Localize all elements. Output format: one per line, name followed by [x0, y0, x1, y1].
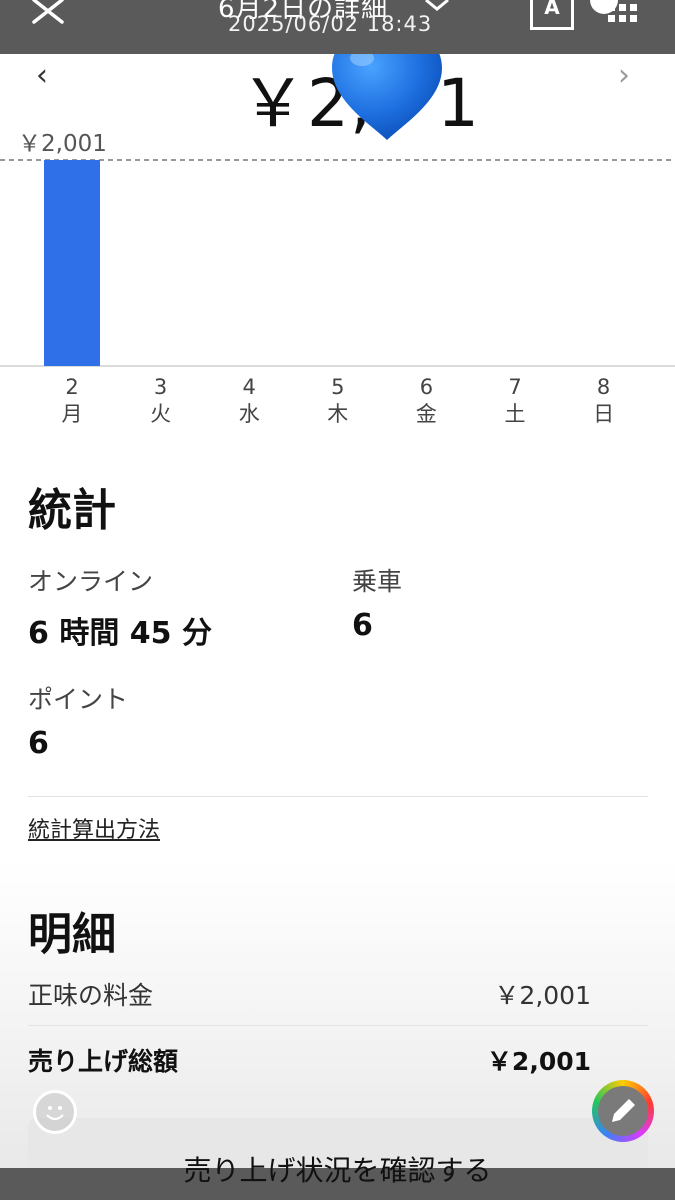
stats-method-link[interactable]: 統計算出方法 [28, 812, 160, 844]
smiley-icon [46, 1106, 64, 1121]
day-number: 6 [419, 375, 434, 399]
divider [28, 1025, 648, 1026]
chevron-down-icon[interactable] [424, 0, 450, 12]
day-of-week: 月 [61, 402, 83, 426]
details-title: 明細 [28, 909, 116, 960]
day-of-week: 火 [150, 402, 172, 426]
day-label-6[interactable]: 6金 [406, 374, 446, 428]
day-of-week: 土 [504, 402, 526, 426]
day-label-2[interactable]: 2月 [52, 374, 92, 428]
gross-sales-value: ￥2,001 [486, 1047, 591, 1076]
pencil-icon [612, 1099, 635, 1122]
stats-title: 統計 [28, 485, 116, 536]
day-label-5[interactable]: 5木 [318, 374, 358, 428]
online-label: オンライン [28, 567, 154, 596]
day-number: 4 [242, 375, 256, 399]
next-day-button[interactable]: › [618, 58, 630, 93]
day-of-week: 水 [238, 402, 260, 426]
day-number: 3 [153, 375, 168, 399]
close-icon[interactable] [28, 0, 68, 30]
day-of-week: 木 [327, 402, 349, 426]
day-label-3[interactable]: 3火 [141, 374, 181, 428]
points-value: 6 [28, 726, 49, 761]
day-label-4[interactable]: 4水 [229, 374, 269, 428]
divider [28, 796, 648, 797]
online-value: 6 時間 45 分 [28, 616, 212, 651]
net-fare-label: 正味の料金 [28, 981, 154, 1010]
points-label: ポイント [28, 685, 129, 714]
earnings-day-screen: 6月2日の詳細 2025/06/02 18:43 A ‹ › ￥2,0 1 ￥2… [0, 0, 675, 1200]
day-of-week: 日 [593, 402, 615, 426]
story-top-bar: 6月2日の詳細 2025/06/02 18:43 A [0, 0, 675, 54]
chart-bar-2[interactable] [44, 160, 100, 366]
timestamp: 2025/06/02 18:43 [228, 12, 433, 36]
edit-draw-button[interactable] [592, 1080, 654, 1142]
rides-label: 乗車 [352, 567, 403, 596]
gross-sales-label: 売り上げ総額 [28, 1047, 179, 1076]
previous-day-button[interactable]: ‹ [36, 58, 48, 93]
text-tool-icon[interactable]: A [530, 0, 574, 30]
day-number: 2 [65, 375, 79, 399]
grid-icon[interactable] [604, 4, 644, 30]
day-label-8[interactable]: 8日 [584, 374, 624, 428]
story-bottom-bar: 売り上げ状況を確認する [0, 1154, 675, 1200]
day-number: 5 [331, 375, 345, 399]
daily-earnings-chart: ￥2,001 2月3火4水5木6金7土8日 [0, 120, 675, 440]
emoji-reaction-button[interactable] [33, 1090, 77, 1134]
check-sales-button-label[interactable]: 売り上げ状況を確認する [0, 1149, 675, 1189]
text-tool-label: A [544, 0, 560, 19]
day-number: 8 [596, 375, 611, 399]
rides-value: 6 [352, 608, 373, 643]
reference-line-label: ￥2,001 [18, 131, 107, 157]
day-of-week: 金 [415, 402, 437, 426]
day-label-7[interactable]: 7土 [495, 374, 535, 428]
net-fare-value: ￥2,001 [494, 981, 591, 1010]
day-number: 7 [508, 375, 522, 399]
